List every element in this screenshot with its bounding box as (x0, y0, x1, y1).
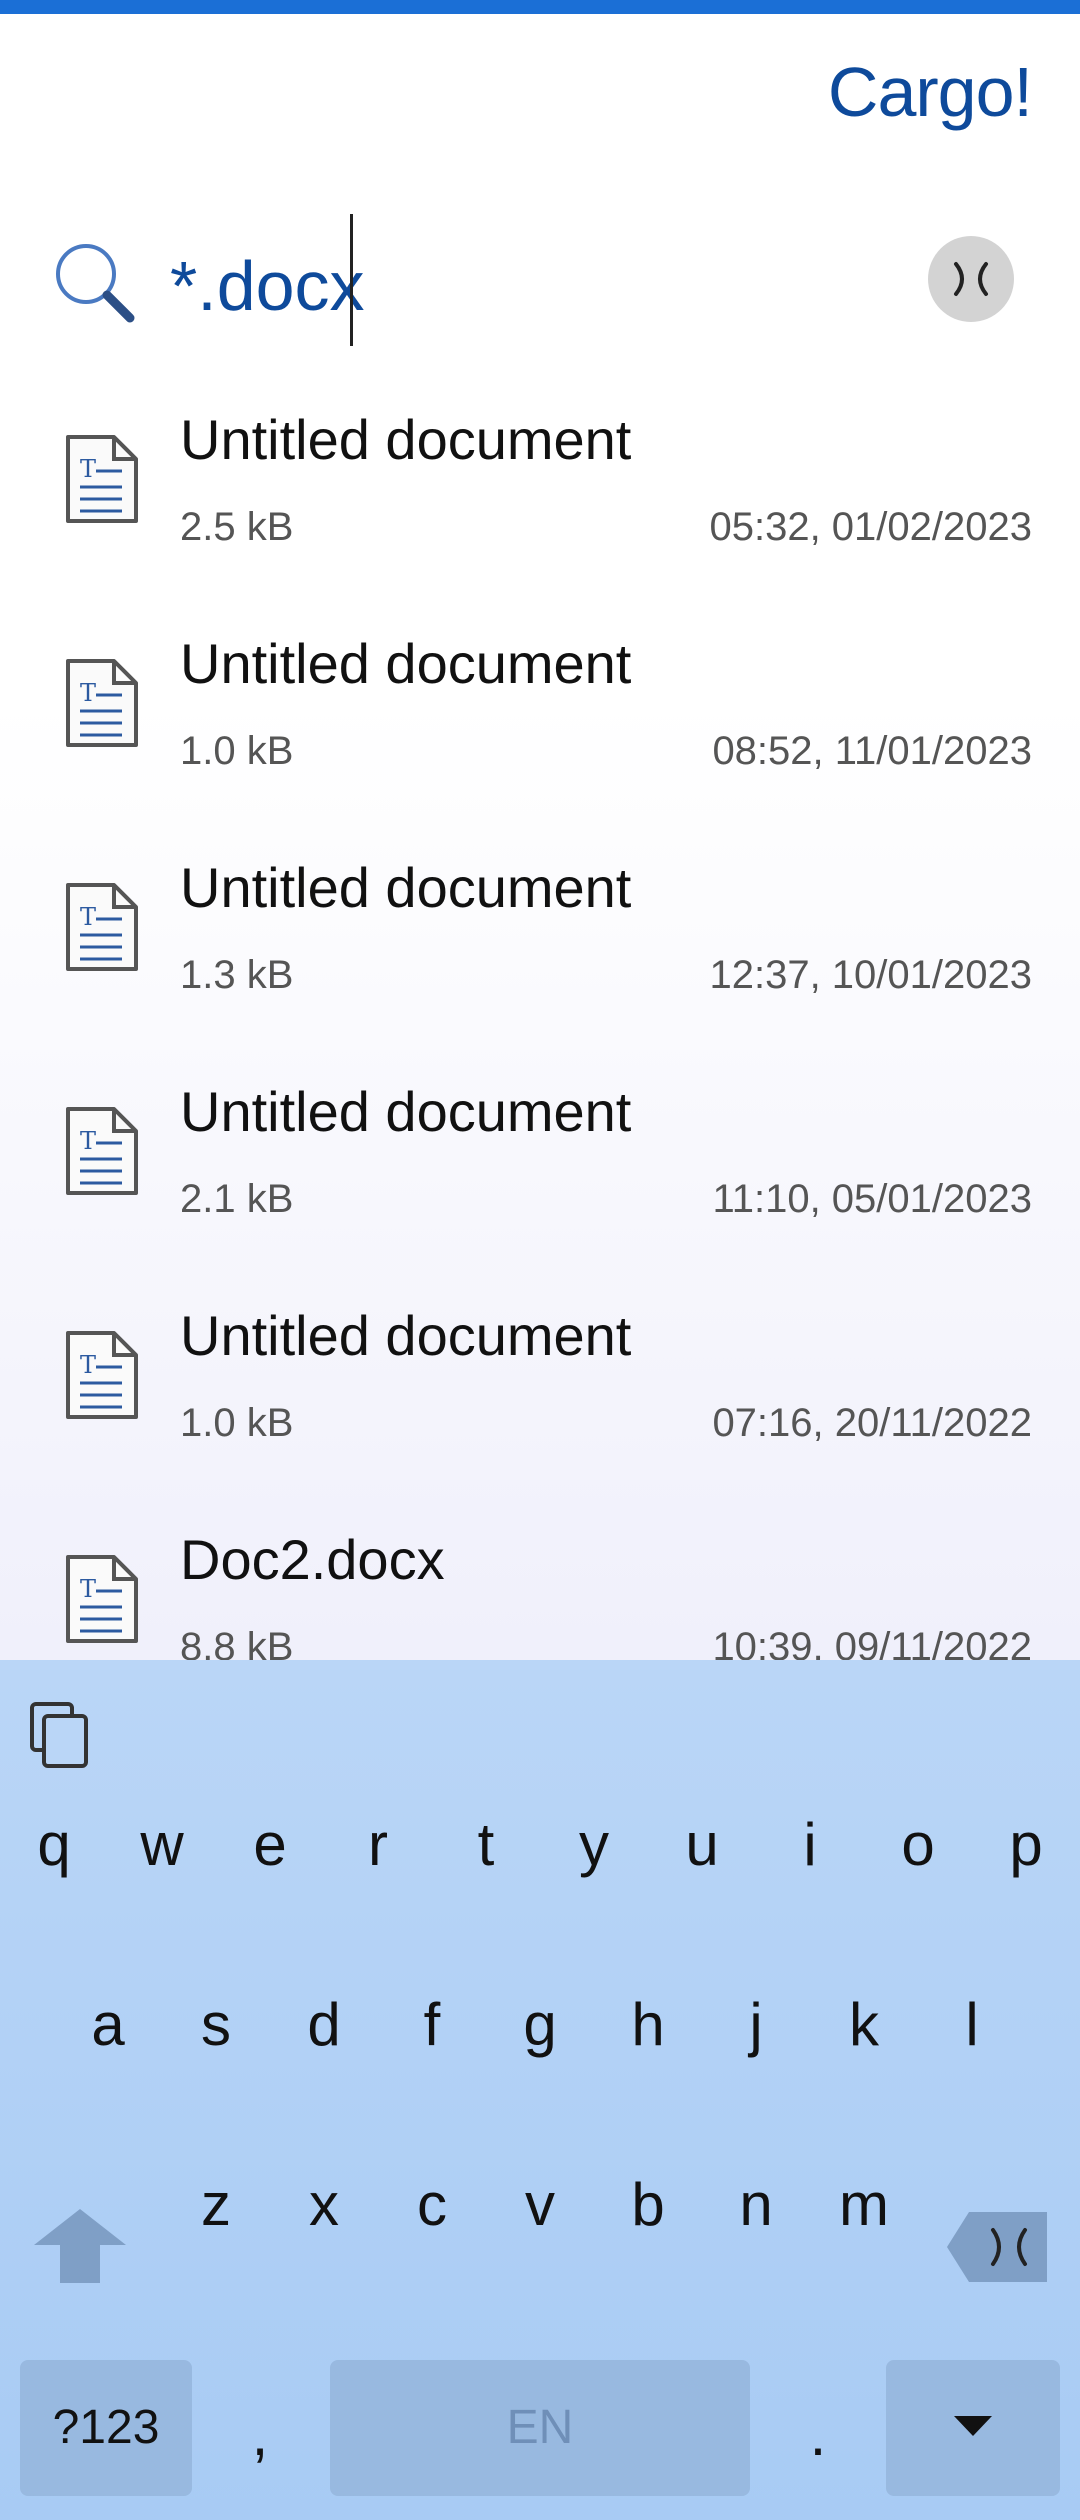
key-t[interactable]: t (432, 1775, 540, 1915)
key-d[interactable]: d (270, 1955, 378, 2095)
file-name: Untitled document (180, 856, 632, 919)
key-n[interactable]: n (702, 2135, 810, 2275)
key-h[interactable]: h (594, 1955, 702, 2095)
close-icon (954, 262, 988, 296)
key-m[interactable]: m (810, 2135, 918, 2275)
file-row[interactable]: T Untitled document 1.3 kB 12:37, 10/01/… (0, 833, 1080, 1057)
file-size: 2.1 kB (180, 1177, 294, 1221)
svg-text:T: T (80, 1575, 96, 1603)
document-icon: T (66, 883, 138, 971)
file-timestamp: 08:52, 11/01/2023 (712, 729, 1032, 773)
top-accent-bar (0, 0, 1080, 14)
key-q[interactable]: q (0, 1775, 108, 1915)
key-s[interactable]: s (162, 1955, 270, 2095)
document-icon: T (66, 659, 138, 747)
file-row[interactable]: T Doc2.docx 8.8 kB 10:39, 09/11/2022 (0, 1505, 1080, 1660)
file-row[interactable]: T Untitled document 2.1 kB 11:10, 05/01/… (0, 1057, 1080, 1281)
key-e[interactable]: e (216, 1775, 324, 1915)
key-i[interactable]: i (756, 1775, 864, 1915)
key-o[interactable]: o (864, 1775, 972, 1915)
file-size: 2.5 kB (180, 505, 294, 549)
key-g[interactable]: g (486, 1955, 594, 2095)
key-u[interactable]: u (648, 1775, 756, 1915)
file-timestamp: 11:10, 05/01/2023 (712, 1177, 1032, 1221)
key-j[interactable]: j (702, 1955, 810, 2095)
document-icon: T (66, 1107, 138, 1195)
key-z[interactable]: z (162, 2135, 270, 2275)
svg-text:T: T (80, 903, 96, 931)
file-size: 1.0 kB (180, 729, 294, 773)
key-r[interactable]: r (324, 1775, 432, 1915)
file-timestamp: 05:32, 01/02/2023 (709, 505, 1032, 549)
file-size: 1.0 kB (180, 1401, 294, 1445)
key-x[interactable]: x (270, 2135, 378, 2275)
key-b[interactable]: b (594, 2135, 702, 2275)
key-w[interactable]: w (108, 1775, 216, 1915)
space-key[interactable]: EN (330, 2360, 750, 2496)
file-name: Untitled document (180, 632, 632, 695)
file-name: Doc2.docx (180, 1528, 445, 1591)
file-timestamp: 07:16, 20/11/2022 (712, 1401, 1032, 1445)
file-size: 8.8 kB (180, 1625, 294, 1660)
chevron-down-icon (954, 2416, 992, 2436)
svg-text:T: T (80, 679, 96, 707)
file-row[interactable]: T Untitled document 1.0 kB 08:52, 11/01/… (0, 609, 1080, 833)
document-icon: T (66, 1555, 138, 1643)
key-c[interactable]: c (378, 2135, 486, 2275)
shift-icon[interactable] (30, 2205, 130, 2285)
search-input[interactable]: *.docx (170, 246, 365, 326)
key-p[interactable]: p (972, 1775, 1080, 1915)
file-size: 1.3 kB (180, 953, 294, 997)
app-logo: Cargo! (827, 53, 1033, 131)
backspace-icon[interactable] (945, 2208, 1051, 2286)
file-name: Untitled document (180, 1304, 632, 1367)
svg-text:T: T (80, 1351, 96, 1379)
key-a[interactable]: a (54, 1955, 162, 2095)
symbols-key[interactable]: ?123 (20, 2360, 192, 2496)
key-v[interactable]: v (486, 2135, 594, 2275)
search-icon (56, 244, 135, 323)
file-name: Untitled document (180, 1080, 632, 1143)
search-bar[interactable]: *.docx (0, 210, 1080, 360)
document-icon: T (66, 435, 138, 523)
key-y[interactable]: y (540, 1775, 648, 1915)
clear-search-button[interactable] (928, 236, 1014, 322)
comma-key[interactable]: , (210, 2360, 310, 2496)
file-row[interactable]: T Untitled document 1.0 kB 07:16, 20/11/… (0, 1281, 1080, 1505)
document-icon: T (66, 1331, 138, 1419)
svg-text:T: T (80, 1127, 96, 1155)
file-timestamp: 10:39, 09/11/2022 (712, 1625, 1032, 1660)
soft-keyboard: q w e r t y u i o p a s d f g h j k l z … (0, 1660, 1080, 2520)
key-f[interactable]: f (378, 1955, 486, 2095)
clipboard-icon[interactable] (26, 1698, 92, 1770)
key-l[interactable]: l (918, 1955, 1026, 2095)
text-cursor (350, 214, 353, 346)
period-key[interactable]: . (768, 2360, 868, 2496)
file-list: T Untitled document 2.5 kB 05:32, 01/02/… (0, 385, 1080, 1660)
key-k[interactable]: k (810, 1955, 918, 2095)
file-timestamp: 12:37, 10/01/2023 (709, 953, 1032, 997)
file-row[interactable]: T Untitled document 2.5 kB 05:32, 01/02/… (0, 385, 1080, 609)
hide-keyboard-key[interactable] (886, 2360, 1060, 2496)
svg-text:T: T (80, 455, 96, 483)
file-name: Untitled document (180, 408, 632, 471)
